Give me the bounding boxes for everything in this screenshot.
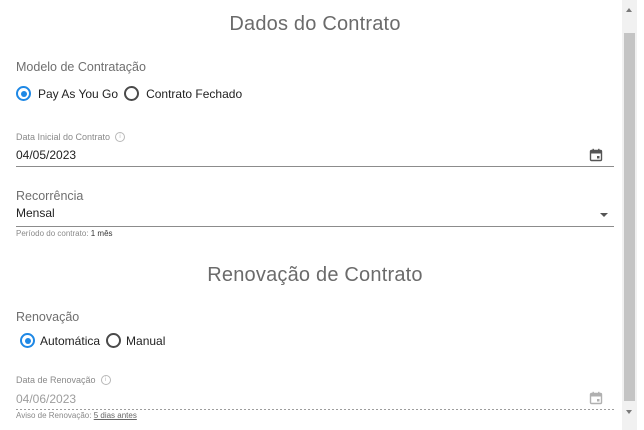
renewal-label: Renovação bbox=[16, 310, 80, 324]
renewal-radio-group: Automática Manual bbox=[20, 333, 171, 348]
start-date-label-text: Data Inicial do Contrato bbox=[16, 132, 111, 142]
notice-value: 5 dias antes bbox=[93, 411, 137, 420]
section-title-contract: Dados do Contrato bbox=[229, 13, 401, 35]
info-icon: i bbox=[100, 375, 111, 385]
radio-contrato-fechado-indicator[interactable] bbox=[124, 86, 140, 101]
calendar-icon[interactable] bbox=[589, 148, 603, 162]
calendar-icon bbox=[589, 391, 603, 405]
radio-contrato-fechado-label: Contrato Fechado bbox=[146, 86, 243, 101]
radio-manual[interactable]: Manual bbox=[106, 333, 171, 348]
scroll-thumb[interactable] bbox=[624, 33, 635, 401]
notice-prefix: Aviso de Renovação: bbox=[16, 411, 92, 420]
chevron-down-icon[interactable] bbox=[600, 213, 608, 217]
radio-pay-as-you-go-label: Pay As You Go bbox=[38, 86, 119, 101]
scroll-down-arrow-icon[interactable] bbox=[626, 410, 632, 414]
start-date-underline bbox=[16, 166, 614, 167]
recurrence-select[interactable]: Mensal bbox=[16, 206, 55, 220]
radio-automatica-label: Automática bbox=[40, 333, 101, 348]
radio-pay-as-you-go[interactable]: Pay As You Go bbox=[16, 86, 124, 101]
period-helper-text: Período do contrato: 1 mês bbox=[16, 229, 113, 238]
section-title-renewal: Renovação de Contrato bbox=[207, 264, 423, 286]
recurrence-label: Recorrência bbox=[16, 189, 84, 203]
radio-manual-label: Manual bbox=[126, 333, 166, 348]
radio-pay-as-you-go-indicator[interactable] bbox=[16, 86, 31, 101]
renewal-date-label: Data de Renovação i bbox=[16, 375, 111, 385]
model-radio-group: Pay As You Go Contrato Fechado bbox=[16, 86, 248, 101]
radio-contrato-fechado[interactable]: Contrato Fechado bbox=[124, 86, 248, 101]
renewal-date-underline bbox=[16, 409, 614, 410]
contract-form-page: Dados do Contrato Modelo de Contratação … bbox=[0, 0, 644, 430]
radio-automatica-indicator[interactable] bbox=[20, 333, 35, 348]
notice-helper-text: Aviso de Renovação: 5 dias antes bbox=[16, 411, 137, 420]
renewal-date-label-text: Data de Renovação bbox=[16, 375, 96, 385]
radio-automatica[interactable]: Automática bbox=[20, 333, 106, 348]
model-label: Modelo de Contratação bbox=[16, 60, 146, 74]
start-date-input[interactable]: 04/05/2023 bbox=[16, 148, 76, 162]
start-date-label: Data Inicial do Contrato i bbox=[16, 132, 126, 142]
form-content: Dados do Contrato Modelo de Contratação … bbox=[0, 0, 622, 430]
vertical-scrollbar[interactable] bbox=[622, 0, 637, 430]
info-icon: i bbox=[115, 132, 126, 142]
recurrence-underline bbox=[16, 226, 614, 227]
radio-manual-indicator[interactable] bbox=[106, 333, 122, 348]
period-value: 1 mês bbox=[90, 229, 113, 238]
period-prefix: Período do contrato: bbox=[16, 229, 89, 238]
scroll-up-arrow-icon[interactable] bbox=[626, 8, 632, 12]
renewal-date-input: 04/06/2023 bbox=[16, 392, 77, 406]
